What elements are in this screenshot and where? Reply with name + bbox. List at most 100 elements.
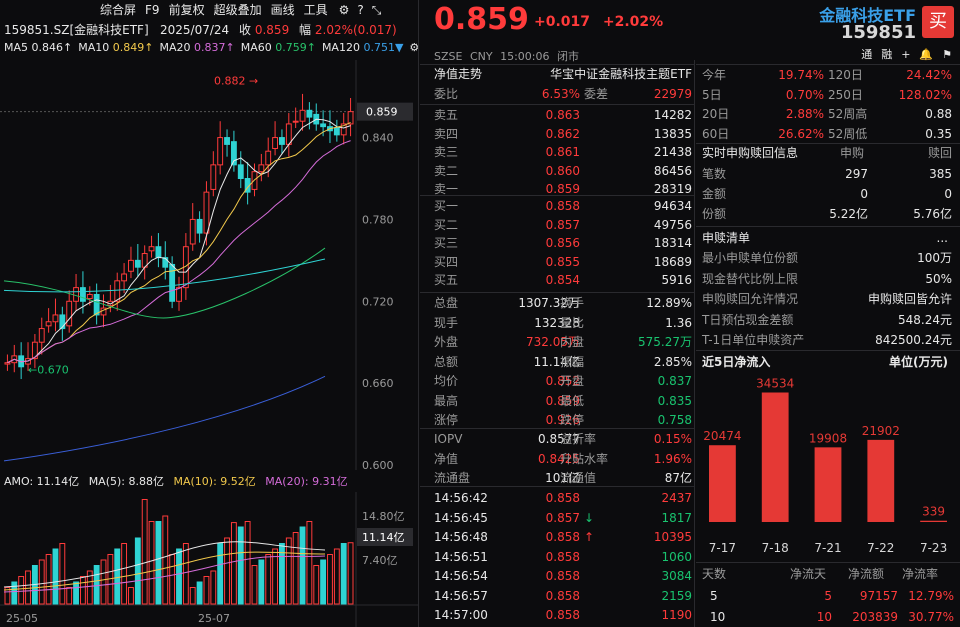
stat-value: 0.758 xyxy=(657,413,692,427)
volume-bar xyxy=(79,576,86,605)
realtime-purchase: 5.22亿 xyxy=(829,207,868,221)
stat-value: 575.27万 xyxy=(638,335,692,349)
realtime-redeem: 0 xyxy=(944,187,952,201)
book-level-label: 卖二 xyxy=(434,163,459,178)
more-button[interactable]: ... xyxy=(937,228,948,248)
book-volume: 18689 xyxy=(653,254,692,269)
ma-legend-item: MA20 0.837↑ xyxy=(159,41,234,54)
purchase-list-title: 申赎清单 xyxy=(702,231,751,245)
tong-icon[interactable]: 通 xyxy=(861,48,872,61)
fund-code: 159851 xyxy=(840,22,916,43)
book-volume: 18314 xyxy=(653,236,692,250)
book-row[interactable]: 卖三 0.861 21438 xyxy=(434,142,692,162)
stat-label: 流通值 xyxy=(560,471,597,485)
volume-header: AMO: 11.14亿 MA(5): 8.88亿 MA(10): 9.52亿 M… xyxy=(4,472,348,492)
candle xyxy=(121,273,128,282)
stat-label: 净值 xyxy=(434,451,459,466)
tick-time: 14:56:48 xyxy=(434,530,488,544)
volume-chart[interactable]: 14.80亿 11.14亿 7.40亿 25-05 25-07 xyxy=(0,492,418,627)
volume-bar xyxy=(66,587,73,605)
toolbar-item-0[interactable]: 综合屏 xyxy=(100,3,136,17)
purchase-list-label: T-1日单位申赎资产 xyxy=(702,333,805,347)
volume-bar xyxy=(134,537,141,605)
candle xyxy=(299,109,306,122)
tick-price: 0.858 xyxy=(545,549,580,564)
volume-bar xyxy=(128,587,134,605)
currency-label: CNY xyxy=(469,50,493,63)
flow-table-header-cell: 天数 xyxy=(702,567,727,581)
stat-row: 总盘 1307.32万 换手 12.89% xyxy=(434,293,692,313)
candle xyxy=(79,287,86,302)
quote-time: 15:00:06 xyxy=(500,50,550,63)
volume-bar xyxy=(93,565,100,605)
flag-icon[interactable]: ⚑ xyxy=(942,48,952,61)
candle xyxy=(189,218,196,245)
book-row[interactable]: 卖二 0.860 86456 xyxy=(434,161,692,181)
candle xyxy=(52,314,59,323)
volume-bar xyxy=(155,521,162,605)
toolbar-item-4[interactable]: 画线 xyxy=(271,3,295,17)
book-row[interactable]: 买三 0.856 18314 xyxy=(434,233,692,253)
add-icon[interactable]: + xyxy=(901,48,910,61)
stat-row: 流通盘 101亿 流通值 87亿 xyxy=(434,468,692,488)
ma5-line xyxy=(7,118,351,364)
tick-row: 14:56:48 0.858 ↑ 10395 xyxy=(434,527,692,547)
tick-time: 14:56:42 xyxy=(434,491,488,505)
ma-legend-item: MA120 0.751▼ xyxy=(322,41,403,54)
candle xyxy=(203,191,210,234)
purchase-list-value: 548.24元 xyxy=(898,312,952,327)
volume-bar xyxy=(182,543,189,605)
candle xyxy=(347,111,354,125)
inflow-bar-value: 339 xyxy=(922,505,945,519)
bell-icon[interactable]: 🔔 xyxy=(919,48,933,61)
flow-net-days: 5 xyxy=(824,589,832,603)
toolbar-item-2[interactable]: 前复权 xyxy=(169,3,205,17)
realtime-label: 金额 xyxy=(702,187,727,201)
volume-bar xyxy=(11,581,18,605)
flow-table-header: 天数 净流天 净流额 净流率 xyxy=(696,564,960,584)
expand-icon[interactable]: ⤡ xyxy=(372,3,382,17)
fund-name: 华宝中证金融科技主题ETF xyxy=(550,67,692,81)
book-row[interactable]: 卖五 0.863 14282 xyxy=(434,105,692,125)
volume-bar xyxy=(347,542,354,605)
help-icon[interactable]: ? xyxy=(357,3,363,17)
date-label: 2025/07/24 xyxy=(160,23,230,37)
toolbar-item-5[interactable]: 工具 xyxy=(304,3,328,17)
buy-button[interactable]: 买 xyxy=(922,6,954,38)
book-row[interactable]: 买二 0.857 49756 xyxy=(434,215,692,235)
book-row[interactable]: 买四 0.855 18689 xyxy=(434,252,692,272)
up-arrow-icon: ↑ xyxy=(584,530,595,544)
candle xyxy=(73,287,79,302)
flow-table-header-cell: 净流率 xyxy=(902,567,939,581)
tick-row: 14:57:00 0.858 1190 xyxy=(434,605,692,625)
toolbar-item-3[interactable]: 超级叠加 xyxy=(214,3,262,17)
book-row[interactable]: 卖四 0.862 13835 xyxy=(434,124,692,144)
perf-label: 20日 xyxy=(702,107,730,121)
tick-time: 14:56:54 xyxy=(434,569,488,583)
stat-row: 总额 11.14亿 振幅 2.85% xyxy=(434,352,692,372)
book-row[interactable]: 买五 0.854 5916 xyxy=(434,270,692,290)
volume-bar xyxy=(148,521,155,605)
tick-volume: 3084 xyxy=(661,569,692,583)
toolbar-item-1[interactable]: F9 xyxy=(145,3,160,17)
flow-amount: 203839 xyxy=(852,610,898,624)
candlestick-chart[interactable]: 0.840 0.780 0.720 0.660 0.600 0.859 0.882 → ←0.… xyxy=(0,60,418,470)
current-price-tag-label: 0.859 xyxy=(366,106,398,119)
chart-panel[interactable]: 159851.SZ[金融科技ETF] 2025/07/24 收 0.859 幅 … xyxy=(0,0,419,627)
flow-table-row: 10 10 203839 30.77% xyxy=(696,607,960,627)
volume-bar xyxy=(285,537,292,605)
stat-value: 87亿 xyxy=(664,471,692,485)
inflow-bar-value: 34534 xyxy=(756,376,794,390)
book-volume: 13835 xyxy=(653,126,692,141)
candle xyxy=(217,137,224,166)
nav-trend-label[interactable]: 净值走势 xyxy=(434,67,482,81)
book-volume: 49756 xyxy=(653,217,692,232)
stat-row: 均价 0.852 开盘 0.837 xyxy=(434,371,692,391)
book-row[interactable]: 买一 0.858 94634 xyxy=(434,196,692,216)
rong-icon[interactable]: 融 xyxy=(881,48,892,61)
tick-price: 0.858 xyxy=(545,588,580,603)
settings-icon[interactable]: ⚙ xyxy=(339,3,350,17)
stat-row: 外盘 732.05万 内盘 575.27万 xyxy=(434,332,692,352)
volume-axis-label: 14.80亿 xyxy=(362,510,405,523)
candle xyxy=(279,137,285,145)
